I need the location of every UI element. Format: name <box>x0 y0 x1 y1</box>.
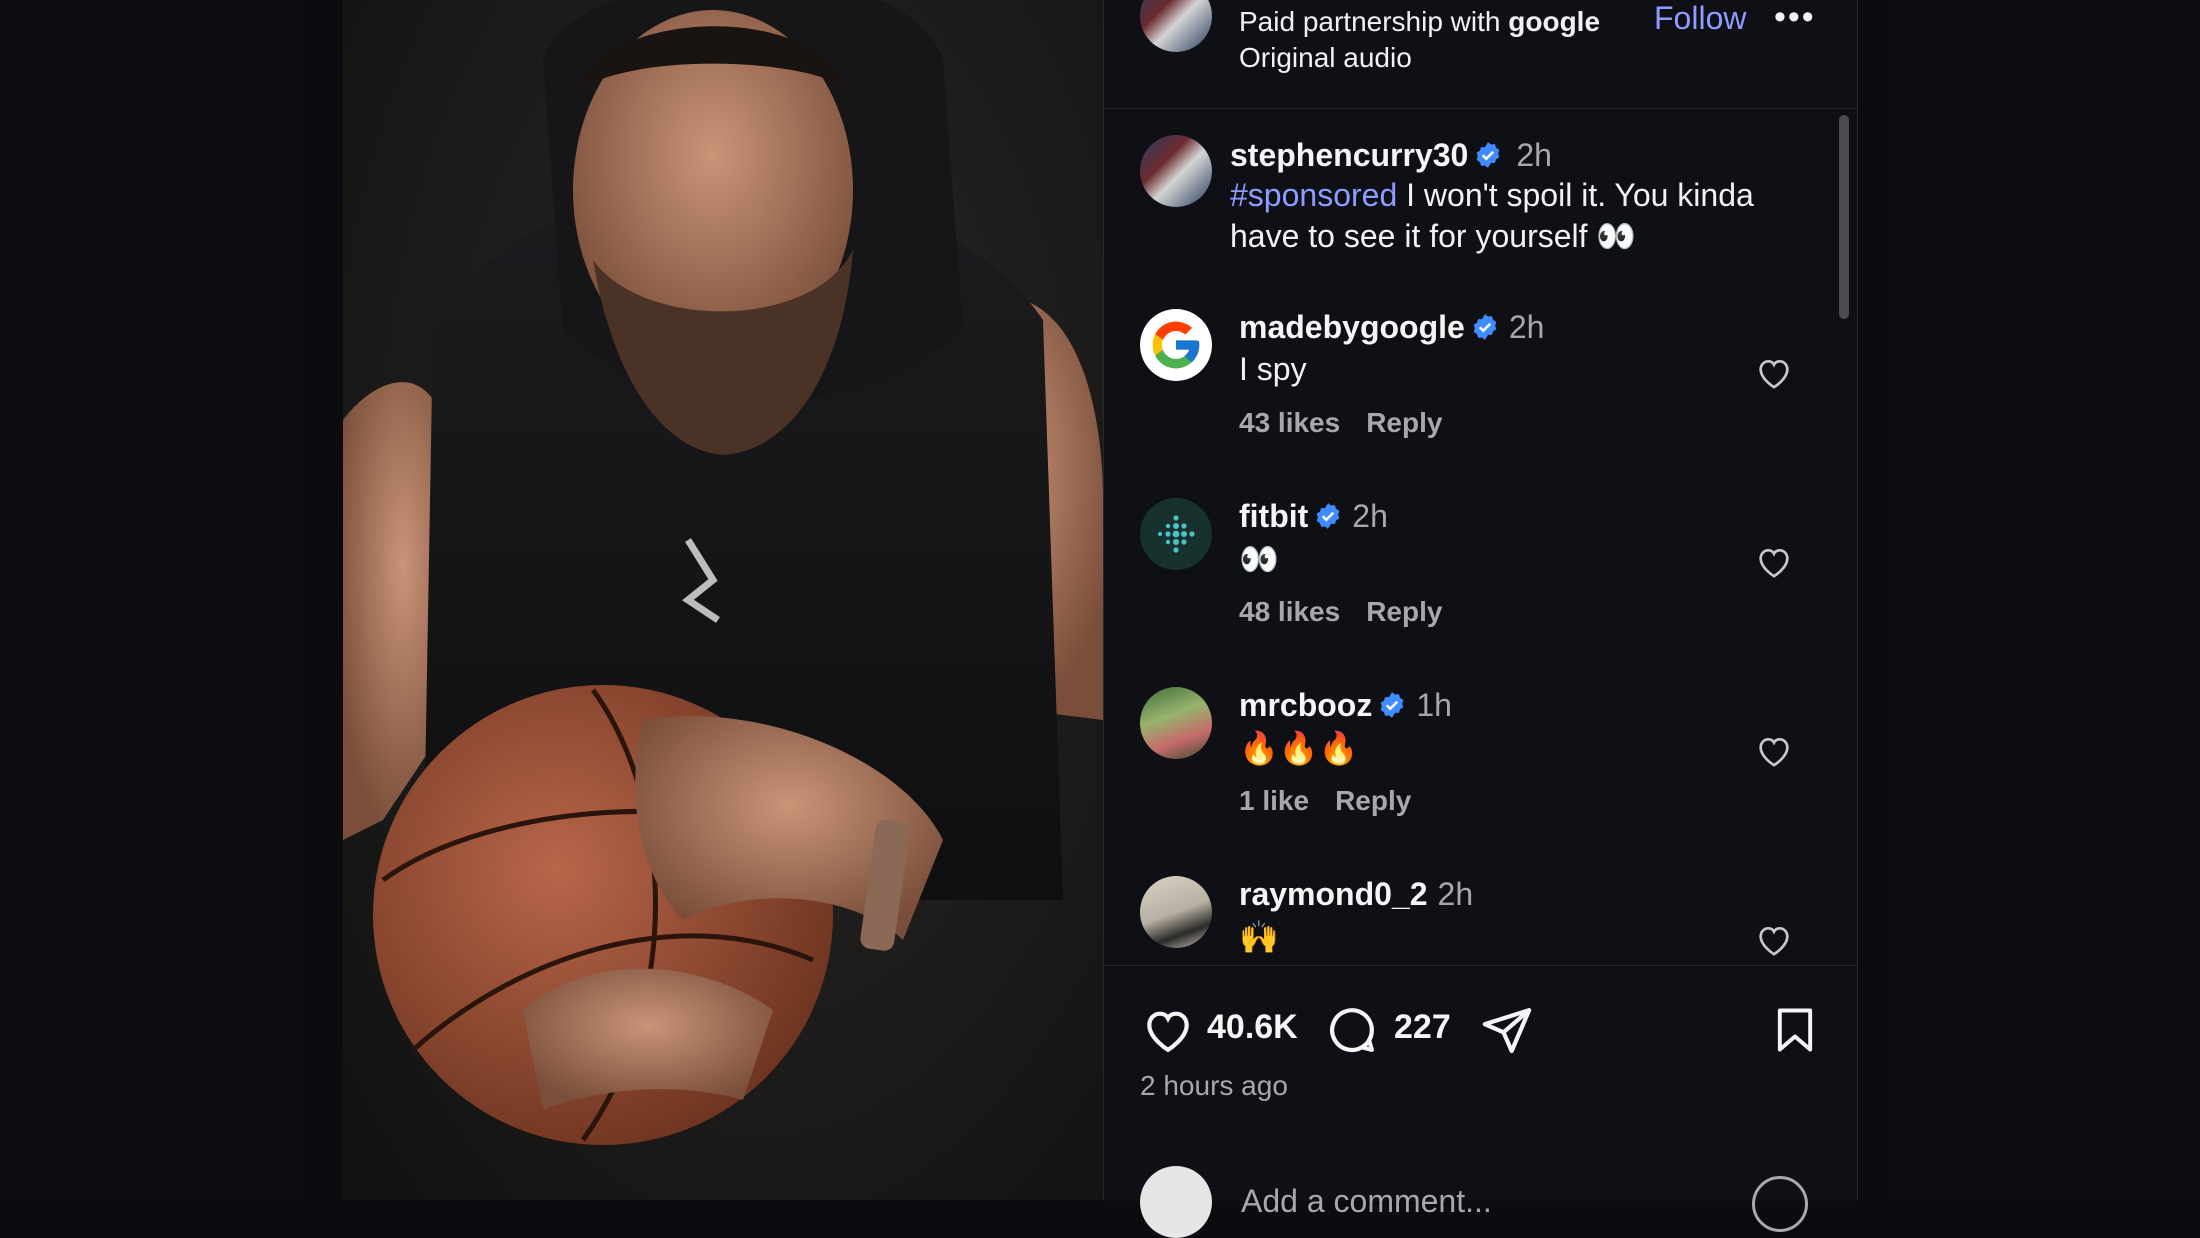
verified-badge-icon <box>1473 314 1497 340</box>
heart-icon[interactable] <box>1140 1002 1196 1058</box>
post-side-panel: Paid partnership with google Original au… <box>1103 0 1858 1238</box>
comment-meta: 1 like Reply <box>1239 785 1437 817</box>
comment-item: madebygoogle 2h I spy 43 likes Reply <box>1104 309 1824 497</box>
page-backdrop-left <box>0 0 305 1200</box>
scrollbar-thumb[interactable] <box>1839 115 1849 319</box>
reply-button[interactable]: Reply <box>1366 596 1442 627</box>
comment-time: 2h <box>1437 876 1474 912</box>
comment-author: mrcbooz 1h <box>1239 687 1452 724</box>
comment-meta: 43 likes Reply <box>1239 407 1468 439</box>
heart-icon[interactable] <box>1754 920 1794 960</box>
partner-link[interactable]: google <box>1508 6 1600 37</box>
comment-author: raymond0_2 2h <box>1239 876 1473 913</box>
like-count[interactable]: 40.6K <box>1207 1008 1298 1047</box>
post-action-bar: 40.6K 227 2 hours ago <box>1104 965 1857 1238</box>
fitbit-logo-icon[interactable] <box>1140 498 1212 570</box>
comment-username[interactable]: madebygoogle <box>1239 309 1465 345</box>
post-timestamp: 2 hours ago <box>1140 1070 1288 1101</box>
reply-button[interactable]: Reply <box>1366 407 1442 438</box>
author-avatar[interactable] <box>1140 0 1212 52</box>
page-backdrop-right <box>1893 0 2200 1200</box>
comment-text: 👀 <box>1239 541 1279 577</box>
partnership-prefix: Paid partnership with <box>1239 6 1509 37</box>
comment-likes[interactable]: 48 likes <box>1239 596 1340 627</box>
follow-button[interactable]: Follow <box>1654 0 1746 37</box>
heart-icon[interactable] <box>1754 731 1794 771</box>
comment-likes[interactable]: 1 like <box>1239 785 1309 816</box>
comment-count[interactable]: 227 <box>1394 1008 1451 1047</box>
comment-likes[interactable]: 43 likes <box>1239 407 1340 438</box>
comment-text: 🙌 <box>1239 919 1279 955</box>
comments-list[interactable]: stephencurry30 2h #sponsored I won't spoi… <box>1104 109 1857 965</box>
emoji-icon[interactable] <box>1752 1176 1808 1232</box>
comment-username[interactable]: raymond0_2 <box>1239 876 1428 912</box>
verified-badge-icon <box>1316 503 1340 529</box>
comment-item: raymond0_2 2h 🙌 <box>1104 876 1824 965</box>
google-logo-icon[interactable] <box>1140 309 1212 381</box>
comment-time: 1h <box>1416 687 1452 723</box>
add-comment-input[interactable] <box>1239 1182 1723 1221</box>
comment-meta: 48 likes Reply <box>1239 596 1468 628</box>
caption-time: 2h <box>1516 137 1552 173</box>
comment-item: fitbit 2h 👀 48 likes Reply <box>1104 498 1824 686</box>
audio-label[interactable]: Original audio <box>1239 42 1412 74</box>
heart-icon[interactable] <box>1754 353 1794 393</box>
post-photo <box>343 0 1103 1145</box>
hashtag-link[interactable]: #sponsored <box>1230 177 1397 213</box>
comment-text: I spy <box>1239 351 1307 387</box>
commenter-avatar[interactable] <box>1140 687 1212 759</box>
bookmark-icon[interactable] <box>1769 1002 1821 1058</box>
heart-icon[interactable] <box>1754 542 1794 582</box>
caption-text: #sponsored I won't spoil it. You kinda h… <box>1230 175 1790 257</box>
share-icon[interactable] <box>1479 1002 1535 1058</box>
comment-time: 2h <box>1352 498 1388 534</box>
comment-username[interactable]: mrcbooz <box>1239 687 1372 723</box>
comment-author: madebygoogle 2h <box>1239 309 1544 346</box>
comment-text: 🔥🔥🔥 <box>1239 730 1359 766</box>
comment-item: mrcbooz 1h 🔥🔥🔥 1 like Reply <box>1104 687 1824 875</box>
comment-author: fitbit 2h <box>1239 498 1388 535</box>
caption-author: stephencurry30 2h <box>1230 137 1552 174</box>
comment-username[interactable]: fitbit <box>1239 498 1308 534</box>
reply-button[interactable]: Reply <box>1335 785 1411 816</box>
comment-icon[interactable] <box>1324 1002 1380 1058</box>
post-media[interactable] <box>343 0 1103 1200</box>
comment-time: 2h <box>1508 309 1545 345</box>
more-options-button[interactable]: ••• <box>1774 0 1816 37</box>
verified-badge-icon <box>1381 692 1404 718</box>
verified-badge-icon <box>1477 142 1500 168</box>
caption-author-avatar[interactable] <box>1140 135 1212 207</box>
caption-username[interactable]: stephencurry30 <box>1230 137 1468 173</box>
current-user-avatar <box>1140 1166 1212 1238</box>
commenter-avatar[interactable] <box>1140 876 1212 948</box>
post-header: Paid partnership with google Original au… <box>1104 0 1857 109</box>
partnership-label: Paid partnership with google <box>1239 6 1600 38</box>
